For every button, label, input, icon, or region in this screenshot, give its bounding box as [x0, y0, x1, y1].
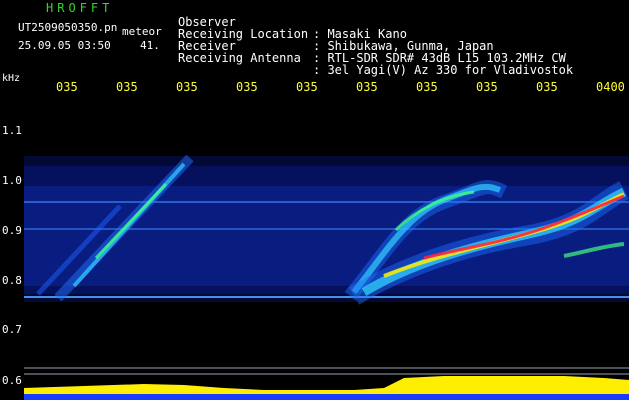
freq-tick-label: 0.8: [2, 274, 22, 287]
time-tick-label: 035: [56, 80, 78, 94]
time-tick-label: 035: [356, 80, 378, 94]
freq-tick-label: 0.9: [2, 224, 22, 237]
info-value: : 3el Yagi(V) Az 330 for Vladivostok: [313, 63, 574, 77]
freq-tick-label: 1.0: [2, 174, 22, 187]
freq-tick-label: 1.1: [2, 124, 22, 137]
time-tick-label: 0400: [596, 80, 625, 94]
signal-level-bars: [24, 376, 629, 400]
freq-tick-label: 0.6: [2, 374, 22, 387]
time-tick-label: 035: [176, 80, 198, 94]
spectrogram: [24, 154, 629, 400]
hrofft-logo: HROFFT: [46, 1, 114, 15]
date-time-label: 25.09.05 03:50: [18, 39, 111, 52]
time-tick-label: 035: [296, 80, 318, 94]
time-tick-label: 035: [236, 80, 258, 94]
time-tick-label: 035: [536, 80, 558, 94]
frequency-unit-label: kHz: [2, 73, 21, 84]
time-tick-label: 035: [476, 80, 498, 94]
level-baseline: [24, 367, 629, 375]
filename-label: UT2509050350.pn: [18, 21, 118, 34]
freq-tick-label: 0.7: [2, 323, 22, 336]
time-tick-label: 035: [416, 80, 438, 94]
info-label: Receiving Antenna: [178, 51, 301, 65]
meteor-label: meteor: [122, 25, 162, 38]
meteor-count: 41.: [140, 39, 160, 52]
time-tick-label: 035: [116, 80, 138, 94]
